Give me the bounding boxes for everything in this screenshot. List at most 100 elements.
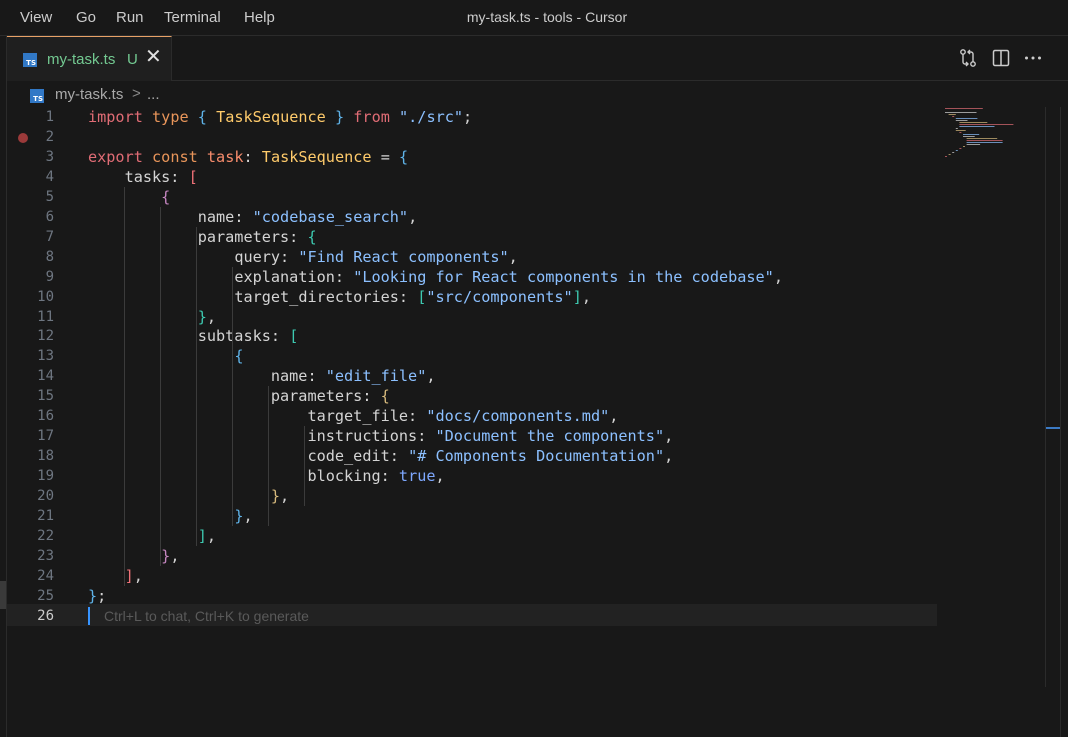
- line-number: 9: [45, 268, 54, 285]
- tab-label: my-task.ts: [47, 51, 116, 68]
- line-number: 2: [45, 128, 54, 145]
- code-text: name: "edit_file",: [270, 367, 436, 386]
- code-line[interactable]: 14 name: "edit_file",: [7, 366, 937, 386]
- minimap-line: [959, 124, 1014, 125]
- code-line[interactable]: 16 target_file: "docs/components.md",: [7, 406, 937, 426]
- code-text: target_file: "docs/components.md",: [307, 407, 619, 426]
- code-line[interactable]: 19 blocking: true,: [7, 466, 937, 486]
- code-line[interactable]: 13 {: [7, 346, 937, 366]
- ai-hint-text: Ctrl+L to chat, Ctrl+K to generate: [104, 608, 309, 624]
- scrollbar[interactable]: [1045, 107, 1046, 687]
- git-untracked-badge: U: [127, 51, 138, 68]
- code-line[interactable]: 22 ],: [7, 526, 937, 546]
- line-number: 20: [37, 488, 54, 505]
- code-editor[interactable]: 1 import type { TaskSequence } from "./sr…: [7, 107, 1037, 737]
- indent-guide: [159, 206, 161, 566]
- indent-guide: [268, 386, 270, 526]
- code-text: query: "Find React components",: [234, 247, 518, 266]
- code-text: {: [234, 347, 244, 366]
- minimap-line: [945, 112, 977, 113]
- code-line[interactable]: 25};: [7, 586, 937, 606]
- indent-guide: [195, 226, 197, 546]
- line-number: 13: [37, 348, 54, 365]
- code-text: instructions: "Document the components",: [307, 427, 674, 446]
- breadcrumb-symbols[interactable]: ...: [147, 86, 160, 103]
- code-text: },: [270, 487, 290, 506]
- code-text: name: "codebase_search",: [197, 207, 418, 226]
- minimap-line: [959, 148, 962, 149]
- minimap-line: [948, 114, 956, 115]
- code-line[interactable]: 2: [7, 127, 937, 147]
- line-number: 19: [37, 468, 54, 485]
- minimap-line: [959, 132, 962, 133]
- line-number: 15: [37, 388, 54, 405]
- line-number: 8: [45, 248, 54, 265]
- title-bar: View Go Run Terminal Help my-task.ts - t…: [0, 0, 1068, 36]
- breadcrumb-file[interactable]: my-task.ts: [55, 86, 123, 103]
- minimap[interactable]: [942, 107, 1042, 167]
- minimap-line: [948, 154, 951, 155]
- code-text: export const task: TaskSequence = {: [88, 147, 409, 166]
- code-line[interactable]: 7 parameters: {: [7, 227, 937, 247]
- code-text: target_directories: ["src/components"],: [234, 287, 591, 306]
- minimap-line: [955, 130, 966, 131]
- more-actions-icon[interactable]: [1023, 48, 1043, 68]
- code-line[interactable]: 21 },: [7, 506, 937, 526]
- code-line[interactable]: 5 {: [7, 187, 937, 207]
- code-text: },: [161, 546, 180, 565]
- code-line[interactable]: 3 export const task: TaskSequence = {: [7, 147, 937, 167]
- split-editor-icon[interactable]: [991, 48, 1011, 68]
- code-line[interactable]: 20 },: [7, 486, 937, 506]
- code-line[interactable]: 12 subtasks: [: [7, 326, 937, 346]
- code-line[interactable]: 9 explanation: "Looking for React compon…: [7, 267, 937, 287]
- code-line[interactable]: 24 ],: [7, 566, 937, 586]
- line-number: 22: [37, 527, 54, 544]
- line-number: 16: [37, 408, 54, 425]
- typescript-file-icon: TS: [30, 89, 44, 103]
- code-line[interactable]: 18 code_edit: "# Components Documentatio…: [7, 446, 937, 466]
- chevron-right-icon: >: [132, 85, 141, 102]
- line-number: 14: [37, 368, 54, 385]
- code-text: import type { TaskSequence } from "./src…: [88, 108, 473, 126]
- minimap-line: [955, 150, 958, 151]
- close-icon[interactable]: ✕: [145, 47, 162, 67]
- minimap-line: [945, 108, 983, 109]
- line-number: 5: [45, 188, 54, 205]
- code-line[interactable]: 15 parameters: {: [7, 386, 937, 406]
- git-compare-icon[interactable]: [958, 48, 978, 68]
- code-text: parameters: {: [270, 387, 390, 406]
- line-number: 24: [37, 567, 54, 584]
- line-number: 17: [37, 428, 54, 445]
- code-line[interactable]: 4 tasks: [: [7, 167, 937, 187]
- line-number: 23: [37, 547, 54, 564]
- window-title: my-task.ts - tools - Cursor: [466, 9, 628, 25]
- code-line[interactable]: 23 },: [7, 546, 937, 566]
- code-text: };: [88, 586, 107, 605]
- indent-guide: [304, 426, 306, 506]
- code-text: {: [161, 187, 171, 206]
- code-line[interactable]: 6 name: "codebase_search",: [7, 207, 937, 227]
- code-text: explanation: "Looking for React componen…: [234, 267, 783, 286]
- line-number: 4: [45, 168, 54, 185]
- minimap-line: [955, 128, 958, 129]
- code-line[interactable]: 1 import type { TaskSequence } from "./sr…: [7, 107, 937, 127]
- minimap-line: [966, 138, 998, 139]
- code-text: ],: [124, 566, 143, 585]
- code-text: subtasks: [: [197, 327, 299, 346]
- minimap-line: [952, 116, 955, 117]
- minimap-line: [966, 140, 1003, 141]
- scrollbar-position-marker: [1046, 427, 1060, 429]
- code-line[interactable]: 8 query: "Find React components",: [7, 247, 937, 267]
- tab-my-task-ts[interactable]: TS my-task.ts U ✕: [7, 36, 172, 81]
- typescript-file-icon: TS: [23, 53, 37, 67]
- code-line[interactable]: 17 instructions: "Document the component…: [7, 426, 937, 446]
- line-number: 3: [45, 148, 54, 165]
- code-line[interactable]: 11 },: [7, 307, 937, 327]
- line-number: 10: [37, 288, 54, 305]
- line-number: 18: [37, 448, 54, 465]
- minimap-line: [966, 144, 981, 145]
- minimap-line: [955, 120, 968, 121]
- indent-guide: [231, 266, 233, 526]
- line-number: 7: [45, 228, 54, 245]
- code-line[interactable]: 10 target_directories: ["src/components"…: [7, 287, 937, 307]
